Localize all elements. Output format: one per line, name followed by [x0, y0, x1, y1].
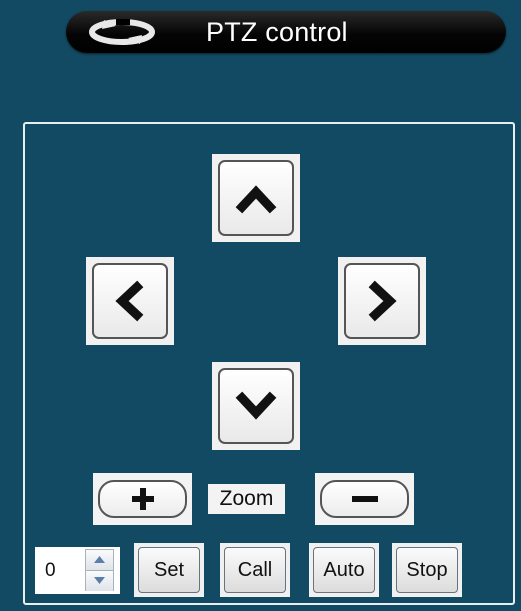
- pan-right-frame: [338, 257, 426, 345]
- stop-button-frame: Stop: [392, 543, 462, 597]
- preset-number-stepper: [35, 547, 120, 594]
- zoom-label: Zoom: [208, 484, 285, 514]
- zoom-in-frame: [93, 473, 192, 525]
- pan-up-frame: [212, 154, 300, 242]
- pan-down-frame: [212, 362, 300, 450]
- rotate-arrows-icon: [86, 17, 158, 47]
- auto-button-frame: Auto: [309, 543, 379, 597]
- set-button-frame: Set: [134, 543, 204, 597]
- preset-number-input[interactable]: [45, 560, 73, 582]
- set-preset-button[interactable]: Set: [138, 547, 200, 593]
- ptz-header-bar: PTZ control: [66, 11, 506, 53]
- pan-right-button[interactable]: [344, 263, 420, 339]
- zoom-out-button[interactable]: [320, 480, 409, 518]
- pan-up-button[interactable]: [218, 160, 294, 236]
- stepper-down-button[interactable]: [86, 571, 113, 591]
- page-title: PTZ control: [206, 17, 348, 47]
- pan-left-button[interactable]: [92, 263, 168, 339]
- pan-left-frame: [86, 257, 174, 345]
- auto-button[interactable]: Auto: [313, 547, 375, 593]
- stepper-up-button[interactable]: [86, 550, 113, 571]
- zoom-out-frame: [315, 473, 414, 525]
- zoom-in-button[interactable]: [98, 480, 187, 518]
- stop-button[interactable]: Stop: [396, 547, 458, 593]
- stepper-buttons: [85, 549, 114, 591]
- call-preset-button[interactable]: Call: [224, 547, 286, 593]
- pan-down-button[interactable]: [218, 368, 294, 444]
- call-button-frame: Call: [220, 543, 290, 597]
